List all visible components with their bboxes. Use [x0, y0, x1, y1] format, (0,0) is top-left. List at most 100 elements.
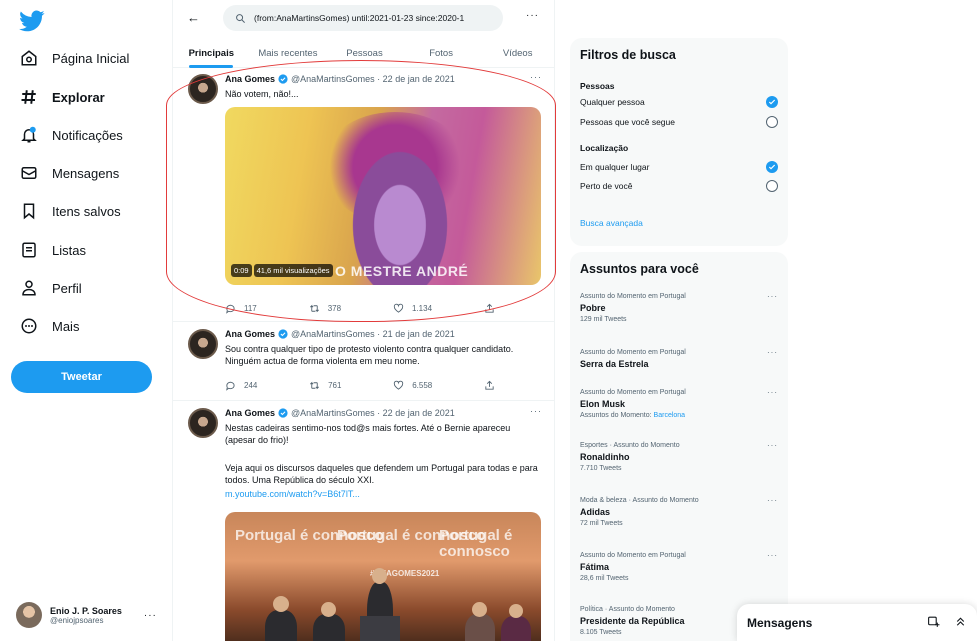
nav-label: Mais — [52, 318, 80, 334]
nav-more[interactable]: Mais — [20, 311, 79, 341]
trend-context: Assunto do Momento em Portugal — [580, 349, 686, 356]
trend-context: Assunto do Momento em Portugal — [580, 552, 686, 559]
tab-pessoas[interactable]: Pessoas — [326, 38, 403, 67]
tweet-header: Ana Gomes @AnaMartinsGomes · 22 de jan d… — [225, 74, 455, 84]
tweet-link[interactable]: m.youtube.com/watch?v=B6t7lT... — [225, 488, 543, 500]
avatar[interactable] — [188, 74, 218, 104]
trend-item[interactable]: Esportes · Assunto do Momento Ronaldinho… — [580, 441, 778, 474]
photo-podium — [360, 616, 400, 641]
advanced-search-link[interactable]: Busca avançada — [580, 218, 643, 228]
photo-speaker-head — [372, 568, 387, 584]
tweet-photo[interactable]: Portugal é connosco Portugal é connosco … — [225, 512, 541, 641]
panel-title: Filtros de busca — [580, 48, 676, 62]
back-arrow-icon[interactable]: ← — [187, 10, 200, 25]
tab-fotos[interactable]: Fotos — [403, 38, 480, 67]
reply-button[interactable]: 117 — [225, 303, 257, 314]
more-dots-icon[interactable]: ··· — [530, 406, 542, 416]
messages-drawer[interactable]: Mensagens — [737, 604, 977, 641]
radio-unchecked-icon[interactable] — [766, 116, 778, 128]
filter-group-label: Pessoas — [580, 81, 615, 91]
reply-button[interactable]: 244 — [225, 380, 257, 391]
tweet-text: Não votem, não!... — [225, 89, 299, 99]
trend-count: 28,6 mil Tweets — [580, 575, 629, 582]
nav-profile[interactable]: Perfil — [20, 273, 82, 303]
like-count: 6.558 — [412, 381, 433, 390]
nav-explore[interactable]: Explorar — [20, 82, 105, 112]
trend-related: Assuntos do Momento: Barcelona — [580, 411, 778, 421]
tweet-button[interactable]: Tweetar — [11, 361, 152, 393]
trends-panel: Assuntos para você Assunto do Momento em… — [570, 252, 788, 641]
trend-name: Pobre — [580, 303, 606, 313]
nav-messages[interactable]: Mensagens — [20, 158, 119, 188]
filter-option-following[interactable]: Pessoas que você segue — [580, 114, 778, 130]
video-overlay-text: O MESTRE ANDRÉ — [335, 263, 469, 279]
share-button[interactable] — [484, 303, 495, 314]
author-meta: @AnaMartinsGomes · 21 de jan de 2021 — [291, 329, 455, 339]
tweet-video[interactable]: O MESTRE ANDRÉ 0:09 41,6 mil visualizaçõ… — [225, 107, 541, 285]
trend-related-link[interactable]: Barcelona — [654, 412, 686, 419]
more-dots-icon[interactable]: ··· — [530, 72, 542, 82]
filter-option-near-you[interactable]: Perto de você — [580, 178, 778, 194]
filter-option-anyone[interactable]: Qualquer pessoa — [580, 94, 778, 110]
more-dots-icon[interactable]: ··· — [767, 292, 778, 301]
nav-label: Página Inicial — [52, 50, 130, 66]
tweet[interactable]: Ana Gomes @AnaMartinsGomes · 21 de jan d… — [173, 323, 554, 401]
twitter-bird-icon[interactable] — [18, 8, 46, 34]
like-button[interactable]: 1.134 — [393, 303, 432, 314]
tab-videos[interactable]: Vídeos — [479, 38, 554, 67]
filter-option-anywhere[interactable]: Em qualquer lugar — [580, 159, 778, 175]
hashtag-icon — [21, 90, 36, 104]
radio-checked-icon[interactable] — [766, 96, 778, 108]
avatar[interactable] — [188, 408, 218, 438]
nav-label: Perfil — [52, 280, 82, 296]
mail-icon — [21, 167, 37, 179]
retweet-button[interactable]: 378 — [309, 303, 341, 314]
more-dots-icon[interactable]: ··· — [767, 551, 778, 560]
share-icon — [485, 380, 494, 390]
trend-item[interactable]: Moda & beleza · Assunto do Momento Adida… — [580, 496, 778, 529]
trend-item[interactable]: Assunto do Momento em Portugal Elon Musk… — [580, 388, 778, 421]
more-dots-icon[interactable]: ··· — [767, 388, 778, 397]
video-time: 0:09 — [231, 264, 252, 277]
account-switcher[interactable]: Enio J. P. Soares @eniojpsoares ··· — [16, 598, 166, 632]
avatar — [16, 602, 42, 628]
more-dots-icon[interactable]: ··· — [767, 348, 778, 357]
search-filters-panel: Filtros de busca Pessoas Qualquer pessoa… — [570, 38, 788, 246]
search-input[interactable]: (from:AnaMartinsGomes) until:2021-01-23 … — [223, 5, 503, 31]
chevron-up-double-icon[interactable] — [954, 615, 967, 628]
author-name[interactable]: Ana Gomes — [225, 329, 275, 339]
trend-item[interactable]: Assunto do Momento em Portugal Fátima 28… — [580, 551, 778, 584]
photo-person-head — [273, 596, 289, 612]
trend-count: 72 mil Tweets — [580, 520, 623, 527]
like-button[interactable]: 6.558 — [393, 380, 432, 391]
tweet[interactable]: Ana Gomes @AnaMartinsGomes · 22 de jan d… — [173, 68, 554, 322]
radio-unchecked-icon[interactable] — [766, 180, 778, 192]
nav-bookmarks[interactable]: Itens salvos — [20, 196, 121, 226]
nav-lists[interactable]: Listas — [20, 235, 86, 265]
author-name[interactable]: Ana Gomes — [225, 408, 275, 418]
nav-notifications[interactable]: Notificações — [20, 120, 123, 150]
tab-principais[interactable]: Principais — [173, 38, 250, 67]
tweet-header: Ana Gomes @AnaMartinsGomes · 21 de jan d… — [225, 329, 455, 339]
messages-drawer-title: Mensagens — [747, 615, 813, 630]
tweet-actions: 117 378 1.134 — [225, 303, 495, 314]
radio-checked-icon[interactable] — [766, 161, 778, 173]
new-message-icon[interactable] — [927, 615, 940, 628]
nav-home[interactable]: Página Inicial — [20, 43, 129, 73]
more-dots-icon[interactable]: ··· — [767, 441, 778, 450]
account-name: Enio J. P. Soares — [50, 605, 122, 616]
tab-mais-recentes[interactable]: Mais recentes — [250, 38, 327, 67]
trend-item[interactable]: Assunto do Momento em Portugal Serra da … — [580, 348, 778, 371]
retweet-button[interactable]: 761 — [309, 380, 341, 391]
photo-person — [465, 614, 495, 641]
more-dots-icon[interactable]: ··· — [526, 10, 539, 21]
trend-name: Serra da Estrela — [580, 359, 649, 369]
share-button[interactable] — [484, 380, 495, 391]
more-dots-icon[interactable]: ··· — [767, 496, 778, 505]
trend-item[interactable]: Assunto do Momento em Portugal Pobre 129… — [580, 292, 778, 325]
avatar[interactable] — [188, 329, 218, 359]
filter-option-label: Perto de você — [580, 181, 633, 191]
bookmark-icon — [23, 203, 35, 220]
filter-option-label: Em qualquer lugar — [580, 162, 650, 172]
author-name[interactable]: Ana Gomes — [225, 74, 275, 84]
